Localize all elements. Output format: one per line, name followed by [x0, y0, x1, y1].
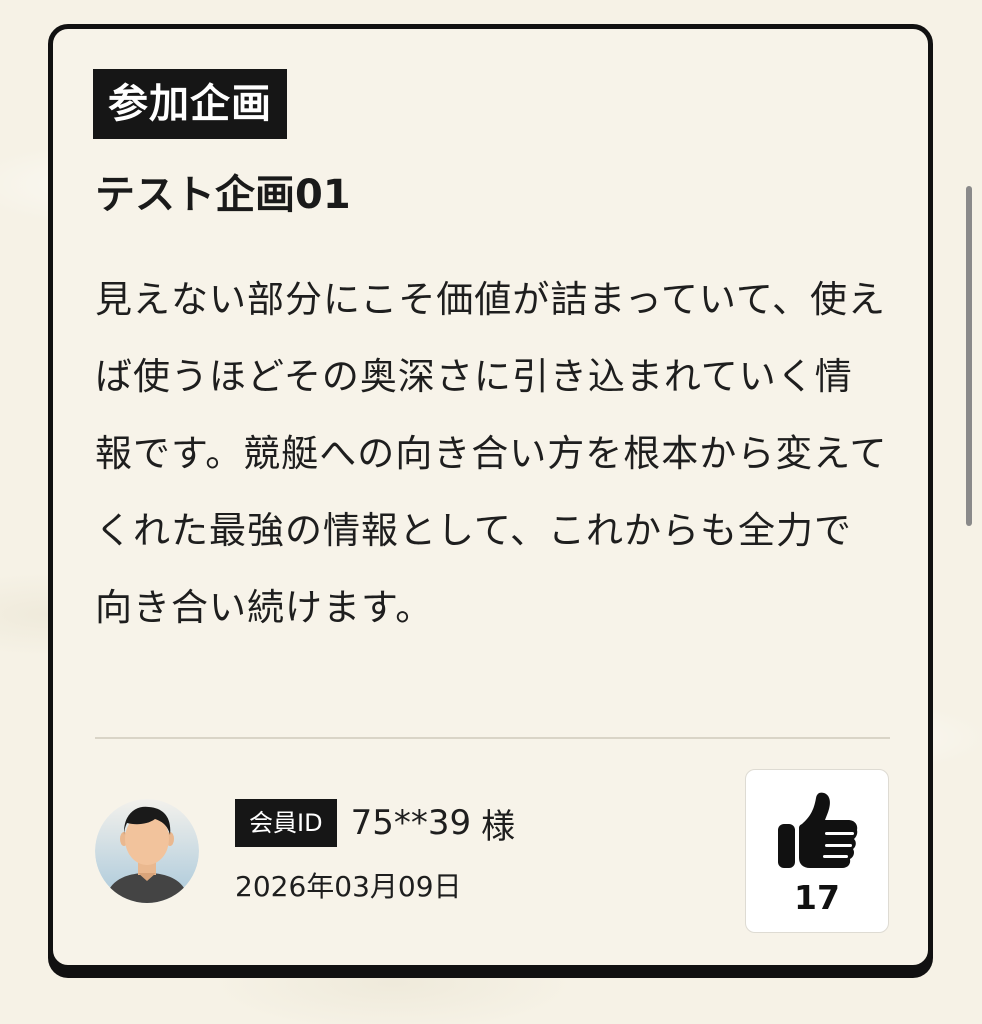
like-count: 17: [794, 878, 840, 917]
divider: [95, 737, 890, 739]
member-id-value: 75**39: [350, 803, 472, 843]
scrollbar[interactable]: [966, 186, 972, 526]
user-avatar-icon: [95, 799, 199, 903]
post-date: 2026年03月09日: [235, 870, 462, 903]
post-body: 見えない部分にこそ価値が詰まっていて、使えば使うほどその奥深さに引き込まれていく…: [95, 278, 888, 629]
avatar: [95, 799, 199, 903]
member-info: 会員ID 75**39 様: [235, 797, 515, 849]
member-id-label: 会員ID: [235, 799, 337, 847]
like-button[interactable]: 17: [745, 769, 889, 933]
thumbs-up-icon: [778, 792, 858, 868]
member-honorific: 様: [481, 806, 516, 847]
post-title: テスト企画01: [95, 172, 351, 218]
category-badge: 参加企画: [93, 69, 287, 139]
post-card: 参加企画 テスト企画01 見えない部分にこそ価値が詰まっていて、使えば使うほどそ…: [48, 24, 933, 970]
